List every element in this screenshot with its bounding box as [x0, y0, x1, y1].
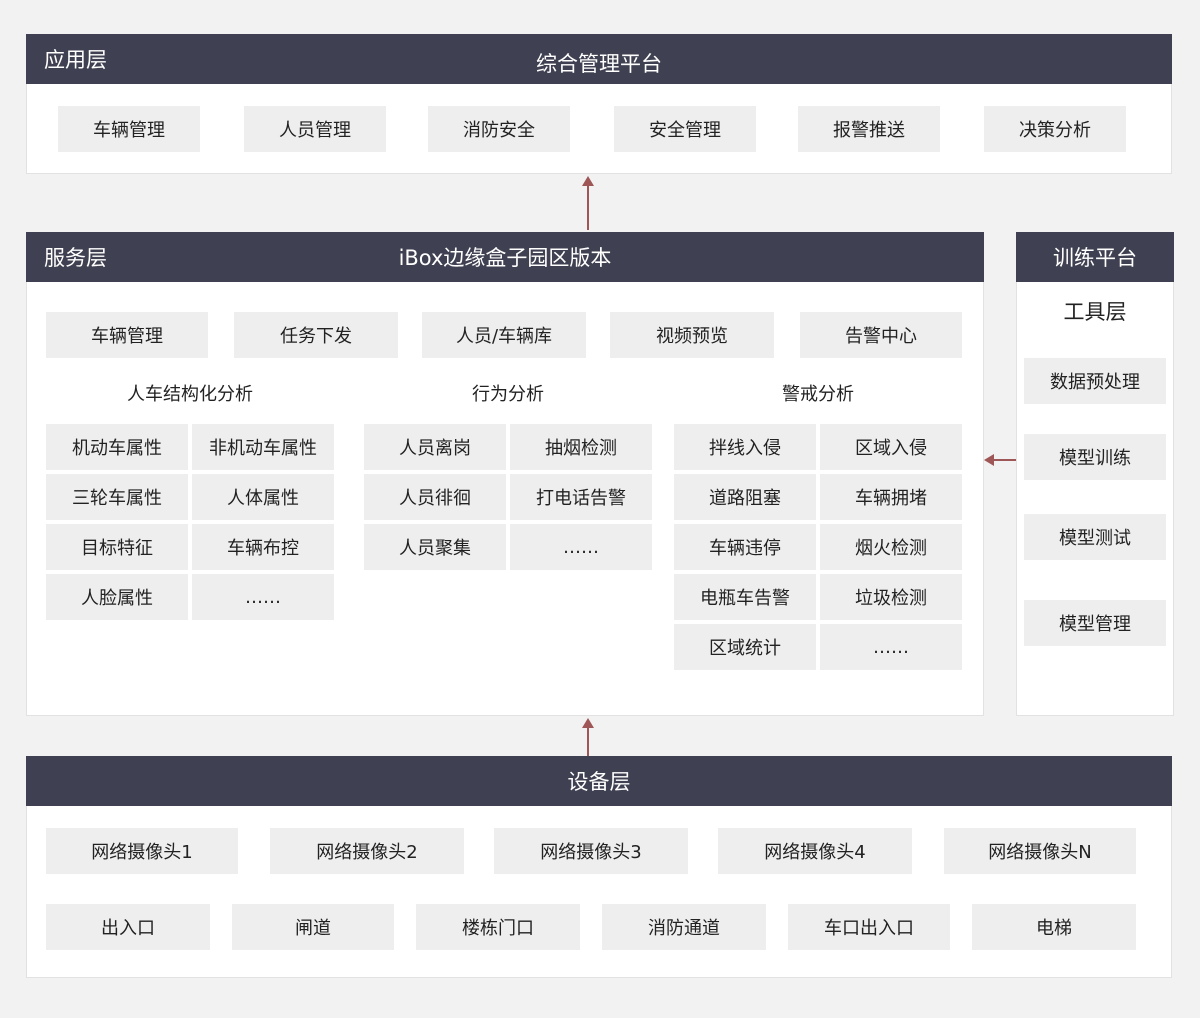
- group-heading-alert-analysis: 警戒分析: [782, 384, 854, 405]
- analysis-item: 三轮车属性: [46, 474, 188, 520]
- app-item-vehicle-management: 车辆管理: [58, 106, 200, 152]
- training-item-data-preprocessing: 数据预处理: [1024, 358, 1166, 404]
- service-top-person-vehicle-library: 人员/车辆库: [422, 312, 586, 358]
- device-fire-passage: 消防通道: [602, 904, 766, 950]
- service-top-vehicle-management: 车辆管理: [46, 312, 208, 358]
- alert-item: 电瓶车告警: [674, 574, 816, 620]
- alert-item: 区域入侵: [820, 424, 962, 470]
- analysis-item: 非机动车属性: [192, 424, 334, 470]
- app-layer-header: 应用层 综合管理平台: [26, 34, 1172, 84]
- device-layer-title: 设备层: [567, 770, 631, 794]
- app-item-fire-safety: 消防安全: [428, 106, 570, 152]
- app-layer-title: 综合管理平台: [536, 52, 662, 76]
- app-item-personnel-management: 人员管理: [244, 106, 386, 152]
- behavior-item: 人员徘徊: [364, 474, 506, 520]
- training-item-model-training: 模型训练: [1024, 434, 1166, 480]
- analysis-item: ……: [192, 574, 334, 620]
- analysis-item: 车辆布控: [192, 524, 334, 570]
- group-heading-behavior-analysis: 行为分析: [472, 384, 544, 405]
- alert-item: 道路阻塞: [674, 474, 816, 520]
- alert-item: 垃圾检测: [820, 574, 962, 620]
- arrow-left-to-service: [984, 454, 1016, 466]
- analysis-item: 机动车属性: [46, 424, 188, 470]
- behavior-item: 打电话告警: [510, 474, 652, 520]
- device-camera-3: 网络摄像头3: [494, 828, 688, 874]
- device-entrance: 出入口: [46, 904, 210, 950]
- behavior-item: 人员聚集: [364, 524, 506, 570]
- training-title: 训练平台: [1053, 246, 1137, 270]
- training-item-model-management: 模型管理: [1024, 600, 1166, 646]
- arrow-up-to-service: [582, 718, 594, 756]
- device-camera-4: 网络摄像头4: [718, 828, 912, 874]
- device-elevator: 电梯: [972, 904, 1136, 950]
- device-vehicle-gate: 车口出入口: [788, 904, 950, 950]
- device-camera-n: 网络摄像头N: [944, 828, 1136, 874]
- device-layer-header: 设备层: [26, 756, 1172, 806]
- behavior-item: ……: [510, 524, 652, 570]
- alert-item: ……: [820, 624, 962, 670]
- device-gateway: 闸道: [232, 904, 394, 950]
- analysis-item: 目标特征: [46, 524, 188, 570]
- analysis-item: 人体属性: [192, 474, 334, 520]
- tools-heading: 工具层: [1063, 300, 1127, 324]
- analysis-item: 人脸属性: [46, 574, 188, 620]
- training-item-model-testing: 模型测试: [1024, 514, 1166, 560]
- service-layer-header: 服务层 iBox边缘盒子园区版本: [26, 232, 984, 282]
- alert-item: 车辆违停: [674, 524, 816, 570]
- device-building-door: 楼栋门口: [416, 904, 580, 950]
- service-layer-title: iBox边缘盒子园区版本: [398, 246, 612, 270]
- alert-item: 烟火检测: [820, 524, 962, 570]
- device-camera-1: 网络摄像头1: [46, 828, 238, 874]
- app-item-security-management: 安全管理: [614, 106, 756, 152]
- app-item-alarm-push: 报警推送: [798, 106, 940, 152]
- service-top-task-dispatch: 任务下发: [234, 312, 398, 358]
- alert-item: 拌线入侵: [674, 424, 816, 470]
- service-top-video-preview: 视频预览: [610, 312, 774, 358]
- device-camera-2: 网络摄像头2: [270, 828, 464, 874]
- behavior-item: 抽烟检测: [510, 424, 652, 470]
- alert-item: 区域统计: [674, 624, 816, 670]
- arrow-up-to-app: [582, 176, 594, 230]
- behavior-item: 人员离岗: [364, 424, 506, 470]
- group-heading-structured-analysis: 人车结构化分析: [127, 384, 253, 405]
- training-header: 训练平台: [1016, 232, 1174, 282]
- app-item-decision-analysis: 决策分析: [984, 106, 1126, 152]
- service-top-alarm-center: 告警中心: [800, 312, 962, 358]
- alert-item: 车辆拥堵: [820, 474, 962, 520]
